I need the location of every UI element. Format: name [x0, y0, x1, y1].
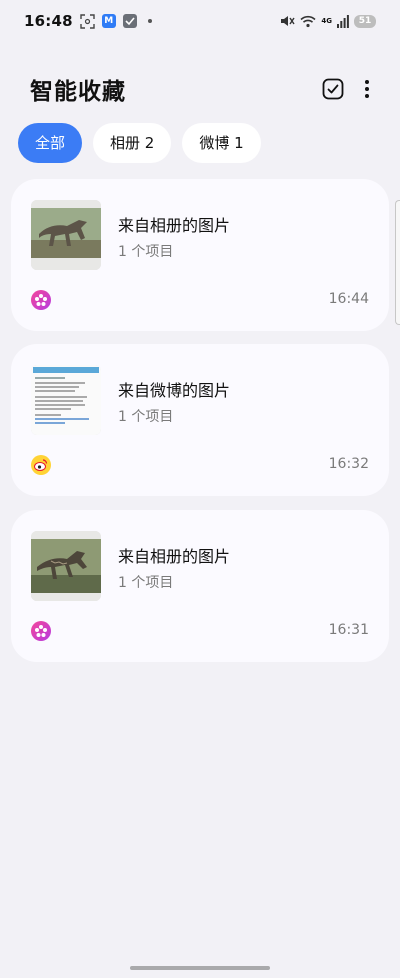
card-subtitle: 1 个项目 — [118, 409, 174, 425]
collection-card[interactable]: 来自微博的图片 1 个项目 16:32 — [11, 344, 389, 496]
card-title: 来自相册的图片 — [118, 216, 231, 235]
collection-card[interactable]: 来自相册的图片 1 个项目 16:44 — [11, 179, 389, 331]
gallery-icon — [31, 621, 51, 641]
notification-dot — [147, 19, 152, 23]
status-bar: 16:48 M 4G 51 — [0, 0, 400, 42]
more-icon[interactable] — [364, 79, 370, 99]
chip-all[interactable]: 全部 — [18, 123, 82, 163]
m-app-icon: M — [101, 14, 116, 28]
network-label: 4G — [321, 17, 332, 25]
gallery-icon — [31, 290, 51, 310]
home-indicator[interactable] — [130, 966, 270, 970]
thumbnail — [31, 531, 101, 601]
filter-chips: 全部 相册 2 微博 1 — [18, 123, 261, 163]
thumbnail — [31, 200, 101, 270]
scroll-indicator[interactable] — [395, 200, 400, 325]
signal-icon — [337, 14, 349, 28]
card-time: 16:44 — [328, 291, 369, 307]
status-right: 4G 51 — [280, 14, 376, 28]
card-time: 16:31 — [328, 622, 369, 638]
weibo-icon — [31, 455, 51, 475]
card-subtitle: 1 个项目 — [118, 244, 174, 260]
status-left: 16:48 M — [24, 12, 152, 30]
card-title: 来自微博的图片 — [118, 381, 231, 400]
battery-icon: 51 — [354, 14, 376, 28]
thumbnail — [31, 365, 101, 435]
page-title: 智能收藏 — [30, 79, 126, 105]
card-time: 16:32 — [328, 456, 369, 472]
card-subtitle: 1 个项目 — [118, 575, 174, 591]
chip-gallery[interactable]: 相册 2 — [93, 123, 172, 163]
chip-weibo[interactable]: 微博 1 — [182, 123, 261, 163]
wifi-icon — [300, 15, 316, 28]
check-app-icon — [122, 14, 137, 28]
collection-card[interactable]: 来自相册的图片 1 个项目 16:31 — [11, 510, 389, 662]
status-time: 16:48 — [24, 12, 73, 30]
header-actions — [322, 78, 370, 100]
card-title: 来自相册的图片 — [118, 547, 231, 566]
select-icon[interactable] — [322, 78, 344, 100]
screenshot-icon — [80, 13, 95, 29]
mute-icon — [280, 14, 295, 28]
header: 智能收藏 — [0, 64, 400, 114]
